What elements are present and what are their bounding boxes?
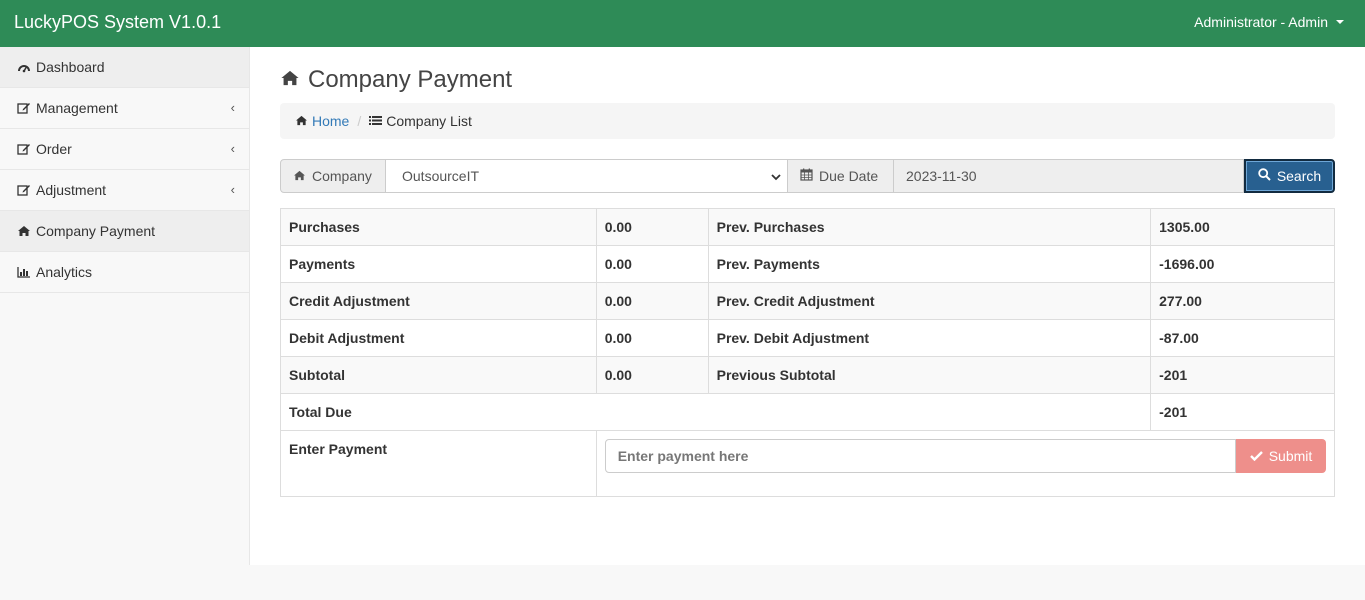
page-footer-area: [0, 565, 1365, 600]
sidebar-item-analytics[interactable]: Analytics: [0, 252, 249, 293]
breadcrumb-separator: /: [357, 113, 362, 129]
sidebar-item-label: Order: [36, 141, 72, 157]
sidebar-item-company-payment[interactable]: Company Payment: [0, 211, 249, 252]
app-title[interactable]: LuckyPOS System V1.0.1: [14, 12, 221, 33]
total-due-value: -201: [1150, 393, 1335, 431]
due-date-value: 2023-11-30: [906, 168, 977, 184]
row-label: Purchases: [280, 208, 597, 246]
search-button[interactable]: Search: [1244, 159, 1335, 193]
payment-summary-table: Purchases 0.00 Prev. Purchases 1305.00 P…: [279, 208, 1336, 497]
sidebar-item-label: Management: [36, 100, 118, 116]
bar-chart-icon: [16, 265, 32, 279]
sidebar-item-dashboard[interactable]: Dashboard: [0, 47, 249, 88]
user-menu[interactable]: Administrator - Admin: [1194, 14, 1344, 30]
payment-input[interactable]: Enter payment here: [604, 439, 1236, 473]
breadcrumb-current: Company List: [386, 113, 472, 129]
sidebar-item-label: Analytics: [36, 264, 93, 280]
page-title-text: Company Payment: [308, 66, 513, 93]
submit-button[interactable]: Submit: [1236, 439, 1326, 473]
payment-input-group: Enter payment here Submit: [604, 439, 1326, 473]
company-label: Company: [312, 168, 372, 184]
due-date-addon: Due Date: [788, 159, 894, 193]
sidebar-item-label: Dashboard: [36, 59, 105, 75]
sidebar-item-management[interactable]: Management ‹: [0, 88, 249, 129]
chevron-left-icon: ‹: [230, 182, 235, 197]
edit-icon: [16, 101, 32, 115]
list-icon: [369, 113, 383, 129]
chevron-left-icon: ‹: [230, 141, 235, 156]
row-value: 0.00: [595, 282, 709, 320]
sidebar-item-order[interactable]: Order ‹: [0, 129, 249, 170]
table-row: Debit Adjustment 0.00 Prev. Debit Adjust…: [280, 319, 1335, 357]
home-icon: [293, 168, 306, 184]
company-addon: Company: [280, 159, 386, 193]
payment-input-cell: Enter payment here Submit: [595, 430, 1336, 497]
row-label: Debit Adjustment: [280, 319, 597, 357]
chevron-down-icon: [771, 168, 781, 184]
row-label: Credit Adjustment: [280, 282, 597, 320]
row-prev-label: Previous Subtotal: [707, 356, 1152, 394]
dashboard-icon: [16, 60, 32, 74]
page-title: Company Payment: [280, 66, 512, 94]
row-prev-value: 1305.00: [1150, 208, 1335, 246]
home-icon: [280, 66, 300, 94]
row-label: Payments: [280, 245, 597, 283]
payment-input-placeholder: Enter payment here: [617, 448, 749, 464]
main-content: Company Payment Home / Company List Comp…: [250, 47, 1365, 565]
row-prev-value: -1696.00: [1150, 245, 1335, 283]
edit-icon: [16, 142, 32, 156]
row-prev-label: Prev. Debit Adjustment: [707, 319, 1152, 357]
row-prev-value: 277.00: [1150, 282, 1335, 320]
row-prev-value: -201: [1150, 356, 1335, 394]
chevron-left-icon: ‹: [230, 100, 235, 115]
search-button-label: Search: [1276, 168, 1322, 184]
top-navbar: LuckyPOS System V1.0.1 Administrator - A…: [0, 0, 1365, 47]
row-prev-value: -87.00: [1150, 319, 1335, 357]
due-date-label: Due Date: [819, 168, 879, 184]
row-value: 0.00: [595, 356, 709, 394]
breadcrumb: Home / Company List: [280, 103, 1335, 139]
total-due-label: Total Due: [279, 393, 1152, 431]
home-icon: [295, 113, 308, 129]
company-select[interactable]: OutsourceIT: [386, 159, 788, 193]
table-row: Payments 0.00 Prev. Payments -1696.00: [280, 245, 1335, 283]
sidebar-item-label: Adjustment: [36, 182, 107, 198]
sidebar-item-label: Company Payment: [36, 223, 156, 239]
row-prev-label: Prev. Payments: [707, 245, 1152, 283]
total-due-row: Total Due -201: [279, 393, 1335, 431]
sidebar: Dashboard Management ‹ Order ‹ Adjustmen…: [0, 47, 250, 565]
table-row: Purchases 0.00 Prev. Purchases 1305.00: [280, 208, 1335, 246]
check-icon: [1249, 448, 1263, 464]
table-row: Credit Adjustment 0.00 Prev. Credit Adju…: [280, 282, 1335, 320]
table-row: Subtotal 0.00 Previous Subtotal -201: [280, 356, 1335, 394]
calendar-icon: [800, 168, 813, 184]
enter-payment-label: Enter Payment: [280, 430, 597, 497]
sidebar-item-adjustment[interactable]: Adjustment ‹: [0, 170, 249, 211]
row-value: 0.00: [595, 245, 709, 283]
due-date-input[interactable]: 2023-11-30: [894, 159, 1244, 193]
company-select-value: OutsourceIT: [402, 168, 480, 184]
caret-down-icon: [1336, 20, 1344, 24]
home-icon: [16, 224, 32, 238]
breadcrumb-home-link[interactable]: Home: [312, 113, 349, 129]
row-value: 0.00: [595, 208, 709, 246]
enter-payment-row: Enter Payment Enter payment here Submit: [280, 430, 1336, 497]
search-icon: [1258, 168, 1271, 184]
submit-button-label: Submit: [1268, 448, 1313, 464]
search-bar: Company OutsourceIT Due Date 2023-11-30 …: [280, 159, 1335, 193]
row-prev-label: Prev. Credit Adjustment: [707, 282, 1152, 320]
row-prev-label: Prev. Purchases: [707, 208, 1152, 246]
user-menu-label: Administrator - Admin: [1194, 14, 1328, 30]
row-label: Subtotal: [280, 356, 597, 394]
row-value: 0.00: [595, 319, 709, 357]
edit-icon: [16, 183, 32, 197]
